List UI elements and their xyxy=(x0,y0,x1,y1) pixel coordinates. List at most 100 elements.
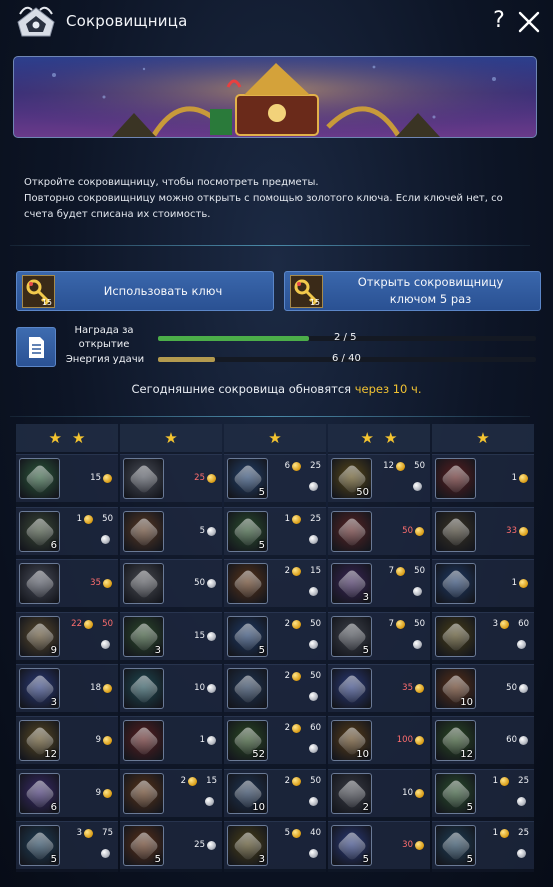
reward-slot: 1 xyxy=(432,454,534,502)
silver-coin-icon xyxy=(309,482,318,491)
gold-coin-icon xyxy=(415,841,424,850)
title-bar: Сокровищница ? xyxy=(0,0,553,46)
gold-leaf-icon[interactable] xyxy=(435,616,476,657)
gold-coin-icon xyxy=(415,736,424,745)
gold-crystal-icon[interactable]: 50 xyxy=(331,458,372,499)
green-card-icon[interactable]: 5 xyxy=(227,511,268,552)
silver-armor-icon[interactable] xyxy=(19,563,60,604)
reward-slot: 5 xyxy=(120,507,222,555)
purple-orb-icon[interactable]: 3 xyxy=(331,563,372,604)
gold-sun-icon[interactable]: 10 xyxy=(331,720,372,761)
item-price: 6 xyxy=(284,461,290,471)
green-card-icon[interactable]: 5 xyxy=(435,773,476,814)
reward-slot: 12 60 xyxy=(432,716,534,764)
red-gift-box-icon[interactable] xyxy=(331,511,372,552)
green-ticket-icon[interactable]: 12 xyxy=(435,720,476,761)
reward-slot: 5 25 xyxy=(120,821,222,869)
silver-coin-icon xyxy=(205,797,214,806)
column-header-stars: ★ ★ xyxy=(328,424,430,452)
reward-slot: 5 25 6 xyxy=(224,454,326,502)
reward-column-1: ★ ★ 15 6 50 1 35 9 50 22 3 18 12 9 6 9 5 75 3 xyxy=(16,424,118,872)
reward-slot: 50 2 xyxy=(224,664,326,712)
gold-ring-icon[interactable]: 12 xyxy=(19,720,60,761)
item-quantity: 6 xyxy=(50,540,57,551)
window-title: Сокровищница xyxy=(66,12,188,30)
green-scroll-icon[interactable]: 3 xyxy=(123,616,164,657)
orange-leaf-icon[interactable] xyxy=(123,773,164,814)
item-glyph xyxy=(440,568,472,600)
item-price: 15 xyxy=(194,631,205,641)
use-key-button[interactable]: 15 Использовать ключ xyxy=(16,271,274,311)
key-count: 15 xyxy=(309,298,320,307)
blue-chest-icon[interactable] xyxy=(227,668,268,709)
orange-orb-icon[interactable]: 10 xyxy=(435,668,476,709)
item-price-secondary: 25 xyxy=(310,514,321,524)
reward-progress-value: 2 / 5 xyxy=(334,332,357,343)
gold-coin-icon xyxy=(396,462,405,471)
silver-compass-icon[interactable]: 5 xyxy=(331,616,372,657)
gold-coin-icon xyxy=(84,620,93,629)
cyan-gem-icon[interactable] xyxy=(123,668,164,709)
red-potion-icon[interactable] xyxy=(123,511,164,552)
blue-chest-icon[interactable]: 10 xyxy=(227,773,268,814)
help-button[interactable]: ? xyxy=(488,8,510,33)
gold-coin-icon xyxy=(103,684,112,693)
item-price: 9 xyxy=(95,788,101,798)
item-price-secondary: 50 xyxy=(310,776,321,786)
treasure-chest-icon[interactable] xyxy=(435,511,476,552)
blue-scroll-icon[interactable] xyxy=(435,563,476,604)
close-icon[interactable] xyxy=(516,9,542,35)
reward-slot: 15 xyxy=(16,454,118,502)
blue-card-icon[interactable]: 5 xyxy=(227,458,268,499)
red-feather-icon[interactable] xyxy=(123,720,164,761)
reward-slot: 10 100 xyxy=(328,716,430,764)
item-price: 18 xyxy=(90,683,101,693)
item-quantity: 5 xyxy=(466,802,473,813)
blue-gold-chest-icon[interactable]: 5 xyxy=(331,825,372,866)
silver-coin-icon xyxy=(207,632,216,641)
blue-scroll-icon[interactable]: 5 xyxy=(227,616,268,657)
reward-slot: 2 10 xyxy=(328,769,430,817)
item-price-secondary: 60 xyxy=(518,619,529,629)
divider xyxy=(10,416,530,417)
teal-chest-icon[interactable]: 5 xyxy=(19,825,60,866)
item-price: 3 xyxy=(492,619,498,629)
banner-illustration xyxy=(14,57,536,137)
item-price: 2 xyxy=(284,566,290,576)
document-button[interactable] xyxy=(16,327,56,367)
rune-stone-icon[interactable]: 6 xyxy=(19,511,60,552)
luck-energy-label: Энергия удачи xyxy=(65,354,145,365)
silver-coin-icon[interactable] xyxy=(123,563,164,604)
item-price-secondary: 75 xyxy=(102,828,113,838)
silver-coin-icon xyxy=(101,849,110,858)
silver-coin-icon xyxy=(207,736,216,745)
item-price: 5 xyxy=(199,526,205,536)
open-5-times-button[interactable]: 15 Открыть сокровищницу ключом 5 раз xyxy=(284,271,541,311)
silver-coin-icon xyxy=(309,744,318,753)
blue-gold-chest-icon[interactable] xyxy=(331,668,372,709)
silver-coin-icon xyxy=(101,640,110,649)
reward-slot: 6 50 1 xyxy=(16,507,118,555)
gold-coin-icon xyxy=(103,789,112,798)
item-quantity: 50 xyxy=(356,487,369,498)
star-icon: ★ xyxy=(476,428,490,447)
column-header-stars: ★ xyxy=(120,424,222,452)
silver-coin-icon xyxy=(413,640,422,649)
orange-orb-icon[interactable]: 5 xyxy=(123,825,164,866)
gold-coin-icon xyxy=(292,462,301,471)
green-ticket-icon[interactable]: 52 xyxy=(227,720,268,761)
silver-chest-icon[interactable]: 2 xyxy=(331,773,372,814)
silver-dragon-icon[interactable] xyxy=(123,458,164,499)
helmet-icon[interactable]: 9 xyxy=(19,616,60,657)
blue-gold-chest-icon[interactable]: 3 xyxy=(19,668,60,709)
red-blue-box-icon[interactable]: 6 xyxy=(19,773,60,814)
silver-coin-icon xyxy=(413,587,422,596)
red-feather-icon[interactable] xyxy=(435,458,476,499)
orange-leaf-icon[interactable] xyxy=(227,563,268,604)
green-crystal-sword-icon[interactable] xyxy=(19,458,60,499)
item-price-secondary: 15 xyxy=(206,776,217,786)
gold-leaf-icon[interactable]: 3 xyxy=(227,825,268,866)
key-count: 15 xyxy=(41,298,52,307)
reward-progress-label: Награда за открытие xyxy=(74,325,134,350)
teal-chest-icon[interactable]: 5 xyxy=(435,825,476,866)
